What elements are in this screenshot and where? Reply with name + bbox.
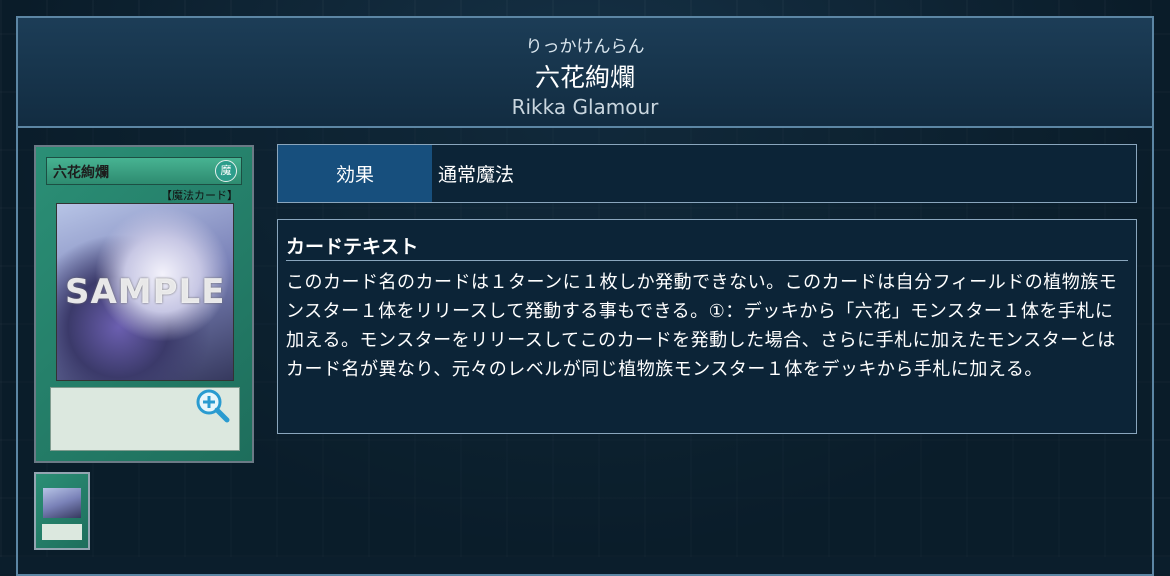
card-image-type: 【魔法カード】 xyxy=(161,189,238,202)
card-name-header: りっかけんらん 六花絢爛 Rikka Glamour xyxy=(18,18,1152,128)
spell-attribute-icon: 魔 xyxy=(215,160,237,182)
card-image[interactable]: 六花絢爛 魔 【魔法カード】 SAMPLE xyxy=(34,145,254,463)
card-image-title: 六花絢爛 xyxy=(53,165,109,181)
card-name-ruby: りっかけんらん xyxy=(525,37,645,57)
card-name-japanese: 六花絢爛 xyxy=(534,63,635,92)
sample-watermark: SAMPLE xyxy=(65,272,226,312)
thumbnail-textbox xyxy=(42,524,82,540)
card-type-row: 効果 通常魔法 xyxy=(277,144,1137,203)
card-text-divider xyxy=(286,260,1128,261)
type-value: 通常魔法 xyxy=(438,164,515,186)
card-artwork: SAMPLE xyxy=(56,203,234,381)
card-image-title-bar: 六花絢爛 魔 xyxy=(46,157,242,185)
card-text-box: カードテキスト このカード名のカードは１ターンに１枚しか発動できない。このカード… xyxy=(277,219,1137,434)
thumbnail-artwork xyxy=(43,488,81,518)
type-label: 効果 xyxy=(278,145,432,202)
zoom-in-icon[interactable] xyxy=(194,387,230,423)
card-name-english: Rikka Glamour xyxy=(511,95,659,119)
card-text-body: このカード名のカードは１ターンに１枚しか発動できない。このカードは自分フィールド… xyxy=(286,272,1118,380)
card-thumbnail[interactable] xyxy=(34,472,90,550)
card-text-heading: カードテキスト xyxy=(286,236,419,258)
